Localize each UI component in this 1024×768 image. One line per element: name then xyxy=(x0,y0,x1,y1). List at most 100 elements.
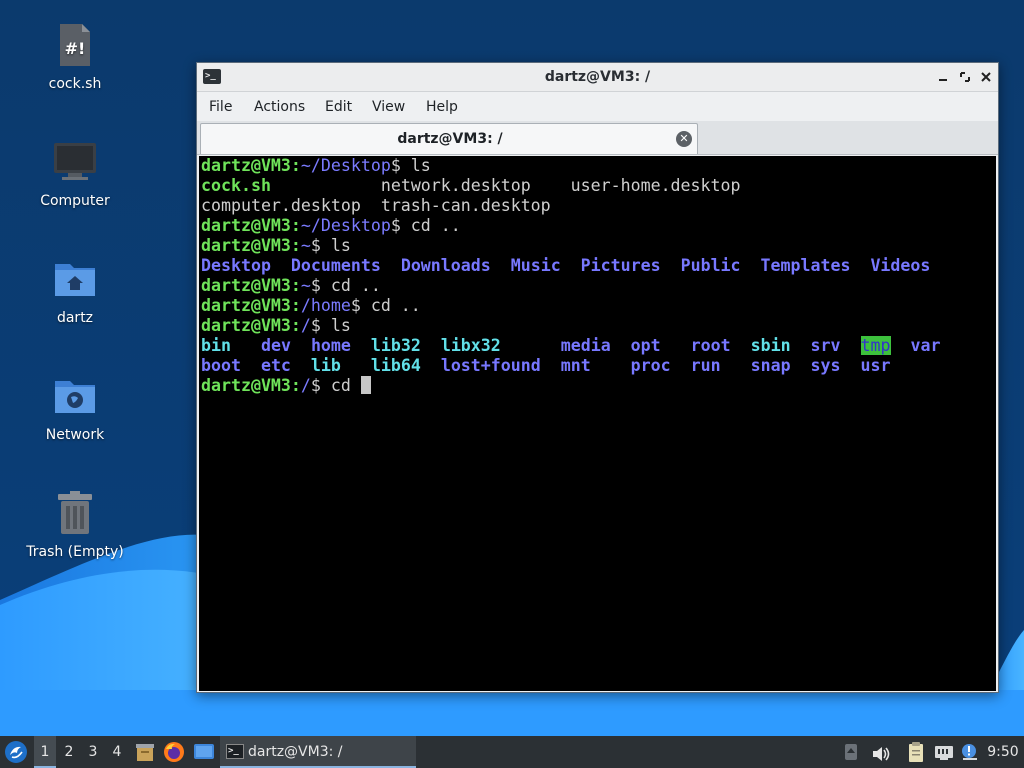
workspace-2[interactable]: 2 xyxy=(58,736,80,768)
prompt-path: ~/Desktop xyxy=(300,156,391,175)
menu-edit[interactable]: Edit xyxy=(323,93,354,121)
workspace-4[interactable]: 4 xyxy=(106,736,128,768)
tab-terminal[interactable]: dartz@VM3: / ✕ xyxy=(200,123,698,154)
desktop-icon-label: cock.sh xyxy=(48,76,102,92)
terminal-line: dartz@VM3:~$ ls xyxy=(201,236,996,256)
command-text: $ ls xyxy=(390,156,431,175)
output-entry: mnt xyxy=(560,356,591,375)
prompt-user: dartz@VM3: xyxy=(201,316,301,335)
show-desktop-icon[interactable] xyxy=(193,742,215,762)
clipboard-icon[interactable] xyxy=(906,741,926,763)
desktop-icon-label: Computer xyxy=(40,193,110,209)
output-entry: bin xyxy=(201,336,231,355)
output-entry: Music xyxy=(510,256,561,275)
workspace-1[interactable]: 1 xyxy=(34,736,56,768)
prompt-path: / xyxy=(300,316,311,335)
close-icon[interactable] xyxy=(978,69,994,85)
computer-icon xyxy=(50,137,100,187)
command-text: $ cd .. xyxy=(390,216,461,235)
output-entry: lib xyxy=(310,356,341,375)
output-entry: sbin xyxy=(750,336,791,355)
taskbar-item-terminal[interactable]: >_ dartz@VM3: / xyxy=(220,736,416,768)
desktop-icon-computer[interactable]: Computer xyxy=(20,137,130,209)
taskbar: 1 2 3 4 >_ dartz@VM3: / 9:50 xyxy=(0,736,1024,768)
terminal-line: boot etc lib lib64 lost+found mnt proc r… xyxy=(201,356,996,376)
menu-file[interactable]: File xyxy=(207,93,234,121)
network-folder-icon xyxy=(50,371,100,421)
prompt-path: / xyxy=(300,376,311,395)
output-entry: Pictures xyxy=(580,256,661,275)
output-entry: lib32 xyxy=(370,336,421,355)
output-entry: media xyxy=(560,336,611,355)
terminal-line: dartz@VM3:/home$ cd .. xyxy=(201,296,996,316)
terminal-line: cock.sh network.desktop user-home.deskto… xyxy=(201,176,996,196)
desktop: #! cock.sh Computer dartz Network Trash … xyxy=(0,0,1024,736)
minimize-icon[interactable] xyxy=(936,69,952,85)
network-status-icon[interactable] xyxy=(933,742,955,762)
terminal-window[interactable]: >_ dartz@VM3: / File Actions Edit View H… xyxy=(196,62,999,693)
tray-arrow-icon[interactable] xyxy=(843,742,859,762)
output-entry: Videos xyxy=(870,256,931,275)
output-entry: tmp xyxy=(860,336,891,355)
output-entry: Templates xyxy=(760,256,851,275)
menu-view[interactable]: View xyxy=(370,93,407,121)
terminal-line: bin dev home lib32 libx32 media opt root… xyxy=(201,336,996,356)
command-text: $ cd xyxy=(310,376,361,395)
terminal-line: dartz@VM3:~/Desktop$ cd .. xyxy=(201,216,996,236)
terminal-app-icon: >_ xyxy=(226,744,244,759)
output-entry: proc xyxy=(630,356,671,375)
prompt-user: dartz@VM3: xyxy=(201,296,301,315)
desktop-icon-trash[interactable]: Trash (Empty) xyxy=(20,488,130,560)
terminal-output[interactable]: dartz@VM3:~/Desktop$ ls cock.sh network.d… xyxy=(199,156,996,691)
output-entry: Desktop xyxy=(201,256,271,275)
window-titlebar[interactable]: >_ dartz@VM3: / xyxy=(197,63,998,92)
workspace-3[interactable]: 3 xyxy=(82,736,104,768)
desktop-icon-label: dartz xyxy=(56,310,94,326)
desktop-icon-cock-sh[interactable]: #! cock.sh xyxy=(20,20,130,92)
clock[interactable]: 9:50 xyxy=(985,736,1021,768)
menu-help[interactable]: Help xyxy=(424,93,460,121)
prompt-user: dartz@VM3: xyxy=(201,216,301,235)
volume-icon[interactable] xyxy=(871,743,891,761)
desktop-icon-network[interactable]: Network xyxy=(20,371,130,443)
maximize-icon[interactable] xyxy=(957,69,973,85)
output-entry: boot xyxy=(201,356,241,375)
tab-bar: dartz@VM3: / ✕ xyxy=(197,121,998,155)
firefox-icon[interactable] xyxy=(163,741,185,763)
menu-actions[interactable]: Actions xyxy=(252,93,307,121)
terminal-line: Desktop Documents Downloads Music Pictur… xyxy=(201,256,996,276)
file-manager-icon[interactable] xyxy=(134,741,156,763)
output-entry: usr xyxy=(860,356,891,375)
tab-close-icon[interactable]: ✕ xyxy=(676,131,692,147)
output-text: network.desktop user-home.desktop xyxy=(380,176,741,195)
script-glyph: #! xyxy=(65,39,86,58)
output-entry: etc xyxy=(260,356,291,375)
output-entry: libx32 xyxy=(440,336,501,355)
desktop-icon-dartz[interactable]: dartz xyxy=(20,254,130,326)
prompt-path: ~ xyxy=(300,236,311,255)
command-text: $ ls xyxy=(310,316,351,335)
notification-icon[interactable] xyxy=(960,742,980,762)
terminal-cursor xyxy=(360,376,371,394)
command-text: $ cd .. xyxy=(310,276,381,295)
prompt-user: dartz@VM3: xyxy=(201,276,301,295)
tab-title: dartz@VM3: / xyxy=(397,131,503,147)
start-menu-icon[interactable] xyxy=(4,740,28,764)
